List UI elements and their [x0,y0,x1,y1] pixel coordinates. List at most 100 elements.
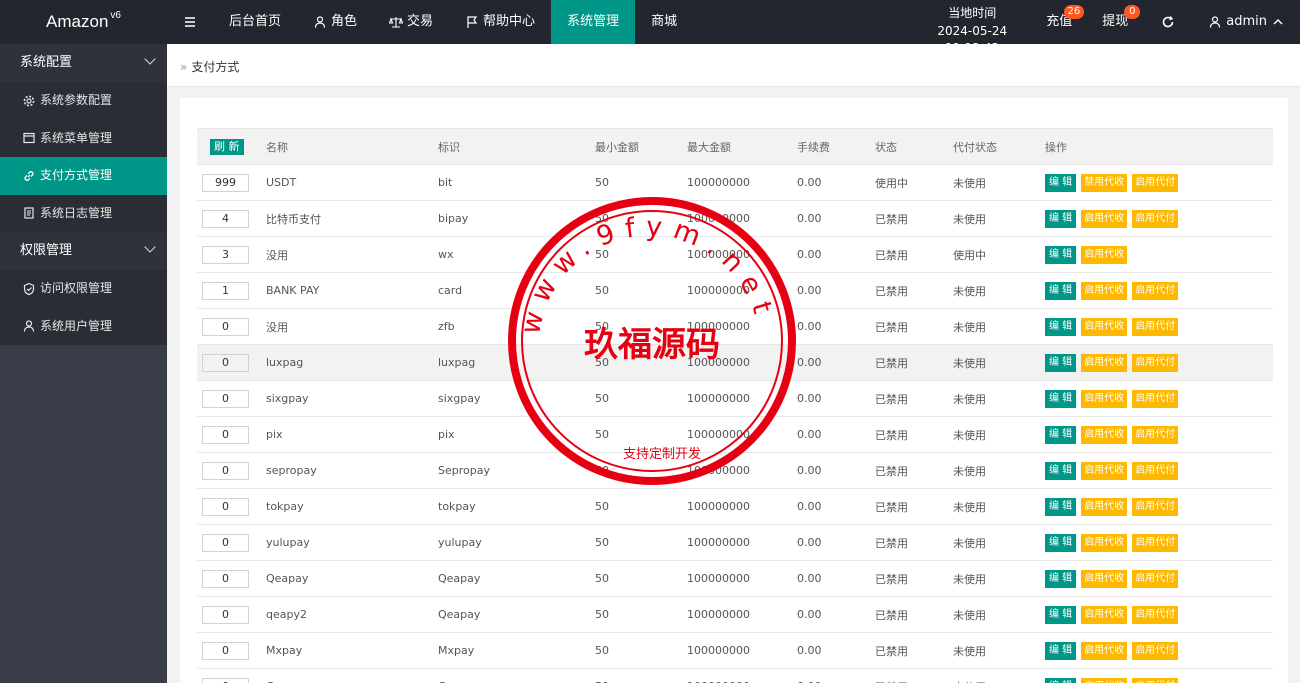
toggle-payout-button[interactable]: 启用代付 [1132,281,1179,300]
toggle-payout-button[interactable]: 启用代付 [1132,317,1179,336]
sort-order-input[interactable]: 0 [202,353,249,372]
withdraw-button[interactable]: 提现 0 [1087,0,1143,44]
edit-button[interactable]: 编 辑 [1045,677,1077,683]
payout-status-cell: 未使用 [943,344,1035,381]
toggle-collect-button[interactable]: 禁用代收 [1081,173,1128,192]
toggle-collect-button[interactable]: 启用代收 [1081,533,1128,552]
nav-help-center[interactable]: 帮助中心 [449,0,551,44]
toggle-payout-button[interactable]: 启用代付 [1132,425,1179,444]
edit-button[interactable]: 编 辑 [1045,281,1077,300]
table-row: 0C...C...501000000000.00已禁用未使用编 辑启用代收启用代… [197,668,1273,683]
actions-cell: 编 辑启用代收启用代付 [1035,200,1273,237]
sort-order-input[interactable]: 0 [202,605,249,624]
toggle-payout-button[interactable]: 启用代付 [1132,353,1179,372]
toggle-payout-button[interactable]: 启用代付 [1132,569,1179,588]
sort-order-input[interactable]: 3 [202,245,249,264]
refresh-header-cell: 刷 新 [197,128,256,165]
toggle-collect-button[interactable]: 启用代收 [1081,209,1128,228]
toggle-collect-button[interactable]: 启用代收 [1081,353,1128,372]
toggle-collect-button[interactable]: 启用代收 [1081,245,1128,264]
toggle-payout-button[interactable]: 启用代付 [1132,209,1179,228]
nav-home[interactable]: 后台首页 [213,0,297,44]
code-cell: Qeapay [428,560,585,597]
toggle-payout-button[interactable]: 启用代付 [1132,461,1179,480]
toggle-payout-button[interactable]: 启用代付 [1132,533,1179,552]
edit-button[interactable]: 编 辑 [1045,389,1077,408]
sidebar-group-permissions[interactable]: 权限管理 [0,232,167,270]
toggle-collect-button[interactable]: 启用代收 [1081,569,1128,588]
user-menu[interactable]: admin [1193,0,1300,44]
fee-cell: 0.00 [787,524,865,561]
edit-button[interactable]: 编 辑 [1045,533,1077,552]
actions-cell: 编 辑启用代收启用代付 [1035,488,1273,525]
table-refresh-button[interactable]: 刷 新 [210,138,244,155]
sidebar-group-system-config[interactable]: 系统配置 [0,44,167,82]
toggle-collect-button[interactable]: 启用代收 [1081,317,1128,336]
nav-role[interactable]: 角色 [297,0,373,44]
edit-button[interactable]: 编 辑 [1045,173,1077,192]
edit-button[interactable]: 编 辑 [1045,569,1077,588]
toggle-collect-button[interactable]: 启用代收 [1081,497,1128,516]
min-amount-cell: 50 [585,200,677,237]
sort-order-input[interactable]: 0 [202,461,249,480]
sidebar-item-system-users[interactable]: 系统用户管理 [0,307,167,345]
toggle-collect-button[interactable]: 启用代收 [1081,389,1128,408]
edit-button[interactable]: 编 辑 [1045,497,1077,516]
sort-order-input[interactable]: 0 [202,389,249,408]
toggle-collect-button[interactable]: 启用代收 [1081,425,1128,444]
toggle-collect-button[interactable]: 启用代收 [1081,605,1128,624]
toggle-payout-button[interactable]: 启用代付 [1132,389,1179,408]
sort-order-input[interactable]: 0 [202,425,249,444]
sort-order-input[interactable]: 0 [202,317,249,336]
refresh-button[interactable] [1143,0,1193,44]
recharge-button[interactable]: 充值 26 [1031,0,1087,44]
app-logo[interactable]: Amazon v6 [0,0,167,44]
sort-order-input[interactable]: 1 [202,281,249,300]
menu-toggle-button[interactable] [167,0,213,44]
min-amount-cell: 50 [585,596,677,633]
sidebar-item-access-permissions[interactable]: 访问权限管理 [0,270,167,308]
main-nav: 后台首页 角色 交易 帮助中心 系统管理 商城 [167,0,693,44]
sort-order-input[interactable]: 4 [202,209,249,228]
sidebar-item-system-params[interactable]: 系统参数配置 [0,82,167,120]
edit-button[interactable]: 编 辑 [1045,245,1077,264]
toggle-payout-button[interactable]: 启用代付 [1132,677,1179,683]
toggle-payout-button[interactable]: 启用代付 [1132,497,1179,516]
sort-order-input[interactable]: 0 [202,497,249,516]
actions-cell: 编 辑启用代收启用代付 [1035,668,1273,683]
sort-order-input[interactable]: 0 [202,533,249,552]
sort-order-input[interactable]: 0 [202,677,249,683]
double-chevron-right-icon: » [180,60,188,74]
edit-button[interactable]: 编 辑 [1045,461,1077,480]
toggle-collect-button[interactable]: 启用代收 [1081,281,1128,300]
sidebar-item-system-logs[interactable]: 系统日志管理 [0,194,167,232]
shield-icon [23,282,35,295]
breadcrumb-current[interactable]: 支付方式 [191,60,239,74]
edit-button[interactable]: 编 辑 [1045,209,1077,228]
chevron-up-icon [1273,19,1283,25]
nav-mall[interactable]: 商城 [635,0,693,44]
toggle-collect-button[interactable]: 启用代收 [1081,677,1128,683]
edit-button[interactable]: 编 辑 [1045,317,1077,336]
fee-cell: 0.00 [787,596,865,633]
edit-button[interactable]: 编 辑 [1045,425,1077,444]
edit-button[interactable]: 编 辑 [1045,641,1077,660]
toggle-collect-button[interactable]: 启用代收 [1081,461,1128,480]
toggle-collect-button[interactable]: 启用代收 [1081,641,1128,660]
table-row: 4 比特币支付 bipay 50 100000000 0.00 已禁用 未使用编 辑启用代收启… [197,200,1273,237]
sort-order-input[interactable]: 0 [202,641,249,660]
nav-trade[interactable]: 交易 [373,0,449,44]
max-amount-cell: 100000000 [677,488,787,525]
sidebar-item-system-menu[interactable]: 系统菜单管理 [0,119,167,157]
edit-button[interactable]: 编 辑 [1045,353,1077,372]
toggle-payout-button[interactable]: 启用代付 [1132,605,1179,624]
toggle-payout-button[interactable]: 启用代付 [1132,173,1179,192]
sort-order-input[interactable]: 999 [202,173,249,192]
toggle-payout-button[interactable]: 启用代付 [1132,641,1179,660]
chevron-down-icon [144,53,156,65]
sidebar-item-payment-methods[interactable]: 支付方式管理 [0,157,167,195]
edit-button[interactable]: 编 辑 [1045,605,1077,624]
sort-cell: 0 [197,488,256,525]
sort-order-input[interactable]: 0 [202,569,249,588]
nav-system-management[interactable]: 系统管理 [551,0,636,44]
